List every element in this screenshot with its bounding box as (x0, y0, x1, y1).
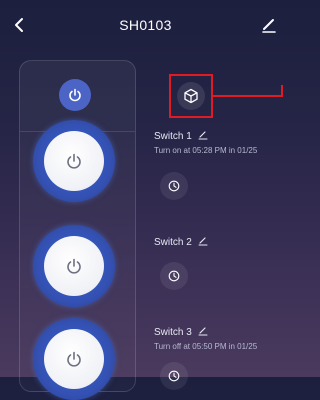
switch-3-name: Switch 3 (154, 327, 192, 338)
clock-icon (168, 180, 180, 192)
switch-1-status: Turn on at 05:28 PM in 01/25 (154, 146, 258, 155)
switch-1-row: Switch 1 (154, 130, 208, 143)
highlight-connector (213, 95, 283, 97)
edit-button[interactable] (261, 16, 277, 34)
switch-1-button[interactable] (33, 120, 115, 202)
switch-1-timer-button[interactable] (160, 172, 188, 200)
power-icon (67, 351, 81, 367)
switch-3-button[interactable] (33, 318, 115, 400)
clock-icon (168, 270, 180, 282)
power-icon (67, 258, 81, 274)
header: SH0103 (0, 0, 291, 52)
switch-1-name: Switch 1 (154, 131, 192, 142)
power-icon (67, 153, 81, 169)
rename-switch-1-button[interactable] (198, 130, 208, 143)
switch-2-button[interactable] (33, 225, 115, 307)
pencil-icon (198, 237, 208, 246)
pencil-icon (262, 19, 276, 33)
switch-2-row: Switch 2 (154, 236, 208, 249)
switch-2-name: Switch 2 (154, 237, 192, 248)
rename-switch-3-button[interactable] (198, 326, 208, 339)
rename-switch-2-button[interactable] (198, 236, 208, 249)
clock-icon (168, 370, 180, 382)
pencil-icon (198, 327, 208, 336)
master-power-button[interactable] (59, 79, 91, 111)
switch-2-timer-button[interactable] (160, 262, 188, 290)
cube-icon (184, 88, 198, 104)
switch-3-status: Turn off at 05:50 PM in 01/25 (154, 342, 258, 351)
scene-button[interactable] (169, 74, 213, 118)
page-title: SH0103 (119, 17, 172, 33)
highlight-connector-tail (281, 85, 283, 97)
switch-3-timer-button[interactable] (160, 362, 188, 390)
power-icon (69, 88, 81, 102)
pencil-icon (198, 131, 208, 140)
switch-3-row: Switch 3 (154, 326, 208, 339)
